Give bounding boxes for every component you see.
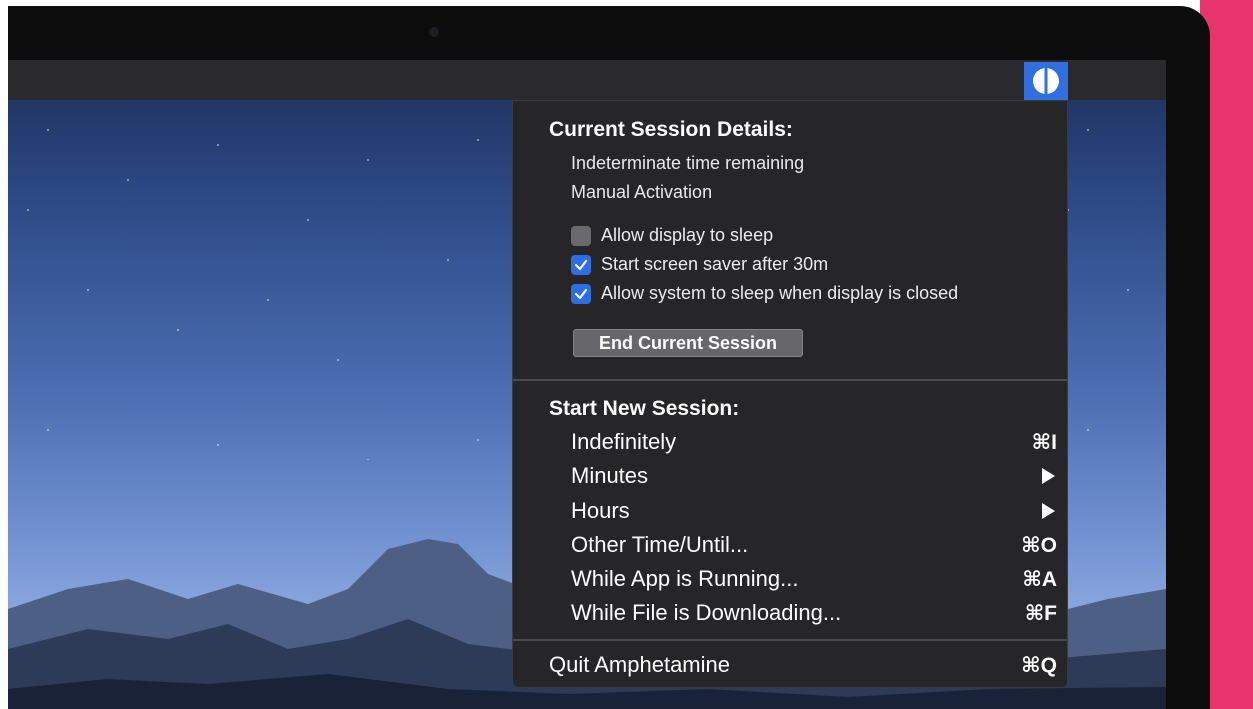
shortcut-label: ⌘Q [1021,653,1057,677]
menu-item-label: While File is Downloading... [571,600,842,625]
amphetamine-menu: Current Session Details: Indeterminate t… [512,100,1068,688]
option-label: Allow system to sleep when display is cl… [601,283,959,303]
time-remaining-text: Indeterminate time remaining [571,153,805,173]
menu-item-quit[interactable]: Quit Amphetamine ⌘Q [549,649,1057,681]
separator [513,379,1067,381]
new-session-title: Start New Session: [549,397,740,420]
checkbox-checked[interactable] [571,283,591,304]
shortcut-label: ⌘I [1031,430,1057,454]
menu-item-label: While App is Running... [571,566,799,591]
checkmark-icon [574,259,588,270]
shortcut-label: ⌘F [1024,601,1057,625]
menu-item-hours[interactable]: Hours [571,495,1057,527]
option-screen-saver[interactable]: Start screen saver after 30m [571,254,828,275]
menu-item-indefinitely[interactable]: Indefinitely ⌘I [571,426,1057,458]
stage: Current Session Details: Indeterminate t… [0,0,1253,709]
checkbox-checked[interactable] [571,254,591,275]
separator [513,639,1067,641]
amphetamine-pill-icon[interactable] [1024,62,1068,100]
current-session-title: Current Session Details: [549,118,793,141]
menu-bar [8,60,1166,100]
pill-icon [1033,68,1059,94]
end-current-session-button[interactable]: End Current Session [573,329,803,357]
option-allow-display-sleep[interactable]: Allow display to sleep [571,225,773,246]
menu-item-minutes[interactable]: Minutes [571,460,1057,492]
shortcut-label: ⌘A [1022,567,1057,591]
menu-item-label: Other Time/Until... [571,532,749,557]
menu-item-label: Minutes [571,463,649,488]
checkbox-unchecked[interactable] [571,225,591,246]
shortcut-label: ⌘O [1021,533,1057,557]
option-system-sleep[interactable]: Allow system to sleep when display is cl… [571,283,958,304]
menu-item-label: Quit Amphetamine [549,652,730,677]
option-label: Allow display to sleep [601,225,774,245]
menu-item-while-app-running[interactable]: While App is Running... ⌘A [571,563,1057,595]
camera-icon [429,27,439,37]
menu-item-other-time[interactable]: Other Time/Until... ⌘O [571,529,1057,561]
activation-text: Manual Activation [571,182,713,202]
desktop-screen: Current Session Details: Indeterminate t… [8,60,1166,709]
option-label: Start screen saver after 30m [601,254,829,274]
submenu-arrow-icon [1042,468,1055,484]
submenu-arrow-icon [1042,503,1055,519]
menu-item-while-file-downloading[interactable]: While File is Downloading... ⌘F [571,597,1057,629]
checkmark-icon [574,288,588,299]
menu-item-label: Indefinitely [571,429,677,454]
menu-item-label: Hours [571,498,630,523]
